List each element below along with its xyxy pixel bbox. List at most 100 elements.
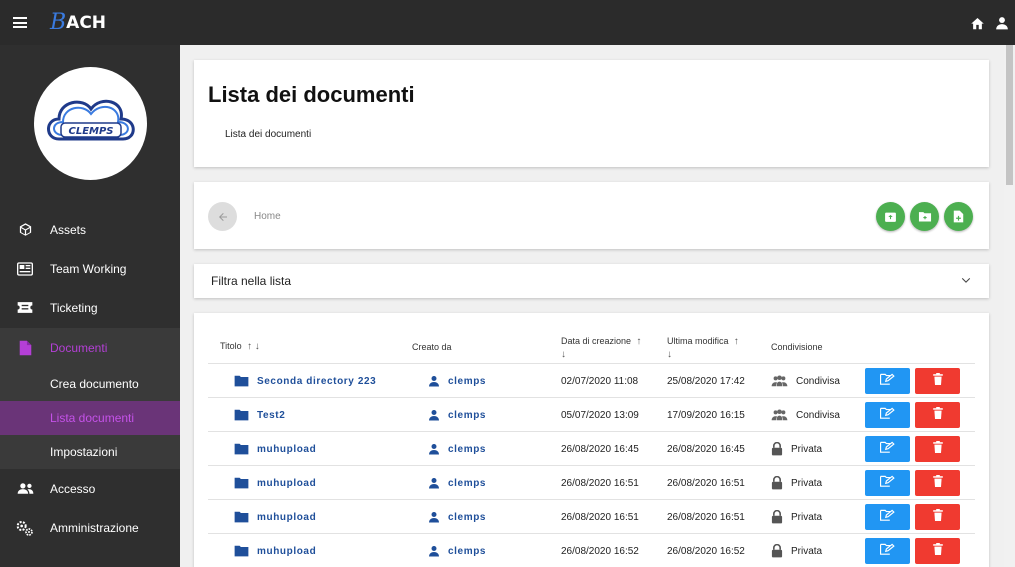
row-owner-cell: clemps (428, 398, 486, 432)
row-title-cell[interactable]: Test2 (234, 398, 285, 432)
row-created: 02/07/2020 11:08 (561, 375, 639, 387)
row-owner: clemps (448, 545, 487, 557)
folder-edit-icon (880, 474, 895, 492)
delete-button[interactable] (915, 504, 960, 530)
edit-button[interactable] (865, 504, 910, 530)
person-icon (428, 477, 448, 489)
table-row[interactable]: muhupload clemps 26/08/2020 16:51 26/08/202… (208, 465, 975, 499)
row-title[interactable]: muhupload (257, 546, 316, 557)
sort-arrows-icon[interactable]: ↑ ↓ (244, 341, 260, 352)
folder-edit-icon (880, 372, 895, 390)
edit-button[interactable] (865, 538, 910, 564)
home-icon[interactable] (970, 16, 985, 30)
sidebar-item-label: Ticketing (50, 300, 98, 315)
row-title[interactable]: muhupload (257, 478, 316, 489)
row-modified: 17/09/2020 16:15 (667, 409, 745, 421)
arrow-left-icon (218, 212, 227, 221)
row-sharing-cell: Condivisa (771, 364, 840, 398)
folder-icon (234, 477, 257, 489)
row-title-cell[interactable]: muhupload (234, 466, 316, 500)
delete-button[interactable] (915, 470, 960, 496)
table-row[interactable]: Test2 clemps 05/07/2020 13:09 17/09/2020 16… (208, 397, 975, 431)
sidebar-subitem-label: Impostazioni (50, 445, 118, 459)
sidebar-subitem-crea-documento[interactable]: Crea documento (0, 367, 180, 401)
breadcrumb-home[interactable]: Home (254, 211, 281, 222)
page-title: Lista dei documenti (208, 82, 415, 107)
sort-down-icon[interactable]: ↓ (667, 349, 672, 360)
row-title-cell[interactable]: muhupload (234, 534, 316, 567)
app-logo[interactable]: B ACH (50, 0, 106, 45)
sidebar-subitem-impostazioni[interactable]: Impostazioni (0, 435, 180, 469)
table-row[interactable]: Seconda directory 223 clemps 02/07/2020 11… (208, 363, 975, 397)
new-file-button[interactable] (944, 202, 973, 231)
edit-button[interactable] (865, 470, 910, 496)
row-modified: 26/08/2020 16:51 (667, 511, 745, 523)
sidebar-item-amministrazione[interactable]: Amministrazione (0, 508, 180, 547)
user-icon[interactable] (995, 16, 1009, 30)
column-header-created-at[interactable]: Data di creazione ↑ ↓ (561, 335, 651, 361)
sidebar-item-accesso[interactable]: Accesso (0, 469, 180, 508)
table-row[interactable]: muhupload clemps 26/08/2020 16:45 26/08/202… (208, 431, 975, 465)
sidebar-item-documenti[interactable]: Documenti (0, 328, 180, 367)
documents-table: Titolo ↑ ↓ Creato da Data di creazione ↑… (194, 313, 989, 567)
sort-up-icon[interactable]: ↑ (634, 336, 641, 347)
new-folder-button[interactable] (910, 202, 939, 231)
table-row[interactable]: muhupload clemps 26/08/2020 16:51 26/08/202… (208, 499, 975, 533)
folder-icon (234, 375, 257, 387)
row-title-cell[interactable]: muhupload (234, 500, 316, 534)
scrollbar-thumb[interactable] (1006, 45, 1013, 185)
chevron-down-icon[interactable] (961, 275, 971, 285)
sidebar-item-assets[interactable]: Assets (0, 210, 180, 249)
sort-up-icon[interactable]: ↑ (731, 336, 739, 347)
edit-button[interactable] (865, 368, 910, 394)
sort-down-icon[interactable]: ↓ (561, 349, 566, 360)
delete-button[interactable] (915, 368, 960, 394)
title-card: Lista dei documenti Lista dei documenti (194, 60, 989, 167)
folder-icon (234, 511, 257, 523)
filter-panel[interactable]: Filtra nella lista (194, 264, 989, 298)
page-scrollbar[interactable] (1004, 45, 1015, 567)
back-button[interactable] (208, 202, 237, 231)
logo-text: ACH (66, 12, 107, 33)
row-sharing: Privata (791, 477, 823, 489)
column-label: Condivisione (771, 342, 823, 352)
row-title[interactable]: Test2 (257, 410, 285, 421)
row-title-cell[interactable]: muhupload (234, 432, 316, 466)
person-icon (428, 545, 448, 557)
trash-icon (932, 474, 943, 492)
sidebar-item-label: Documenti (50, 340, 108, 355)
trash-icon (932, 372, 943, 390)
folder-edit-icon (880, 440, 895, 458)
folder-edit-icon (880, 508, 895, 526)
upload-archive-button[interactable] (876, 202, 905, 231)
row-title[interactable]: muhupload (257, 512, 316, 523)
users-icon (0, 482, 50, 495)
delete-button[interactable] (915, 436, 960, 462)
row-created: 26/08/2020 16:45 (561, 443, 639, 455)
table-row[interactable]: muhupload clemps 26/08/2020 16:52 26/08/202… (208, 533, 975, 567)
column-header-modified-at[interactable]: Ultima modifica ↑ ↓ (667, 335, 757, 361)
delete-button[interactable] (915, 538, 960, 564)
column-label: Titolo (220, 341, 242, 351)
edit-button[interactable] (865, 402, 910, 428)
delete-button[interactable] (915, 402, 960, 428)
column-header-created-by: Creato da (412, 342, 452, 352)
sidebar-item-team-working[interactable]: Team Working (0, 249, 180, 288)
sidebar-item-ticketing[interactable]: Ticketing (0, 288, 180, 327)
row-sharing-cell: Privata (771, 432, 822, 466)
clemps-logo: CLEMPS (46, 99, 135, 140)
trash-icon (932, 406, 943, 424)
menu-button[interactable] (0, 0, 40, 45)
avatar: CLEMPS (34, 67, 147, 180)
column-label: Creato da (412, 342, 452, 352)
lock-icon (771, 510, 791, 524)
archive-upload-icon (885, 212, 896, 222)
sidebar-subitem-lista-documenti[interactable]: Lista documenti (0, 401, 180, 435)
column-header-title[interactable]: Titolo ↑ ↓ (220, 341, 260, 352)
folder-edit-icon (880, 406, 895, 424)
row-title[interactable]: muhupload (257, 444, 316, 455)
row-title-cell[interactable]: Seconda directory 223 (234, 364, 376, 398)
row-owner-cell: clemps (428, 432, 486, 466)
row-title[interactable]: Seconda directory 223 (257, 376, 376, 387)
edit-button[interactable] (865, 436, 910, 462)
